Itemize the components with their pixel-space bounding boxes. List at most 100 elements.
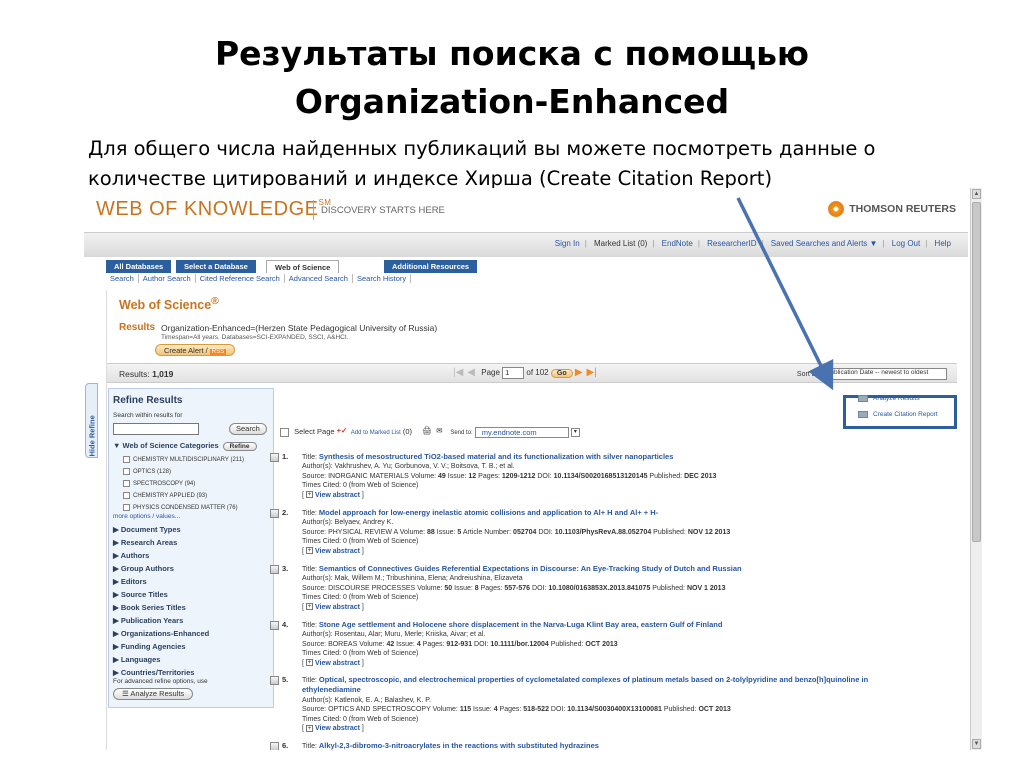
- sort-select[interactable]: Publication Date -- newest to oldest: [823, 368, 947, 380]
- record-number: 4.: [282, 620, 289, 629]
- marked-list-link[interactable]: Marked List (0): [594, 239, 647, 248]
- expand-icon[interactable]: +: [305, 724, 313, 732]
- facet-authors[interactable]: ▶ Authors: [113, 551, 149, 560]
- facet-editors[interactable]: ▶ Editors: [113, 577, 147, 586]
- add-marked-list-icon[interactable]: +✓: [337, 426, 349, 438]
- record-checkbox[interactable]: [270, 621, 279, 630]
- category-checkbox[interactable]: CHEMISTRY APPLIED (93): [123, 492, 207, 499]
- record-times-cited: Times Cited: 0 (from Web of Science): [302, 650, 419, 658]
- tab-additional-resources[interactable]: Additional Resources: [384, 260, 478, 273]
- facet-book-series[interactable]: ▶ Book Series Titles: [113, 603, 186, 612]
- record-title-link[interactable]: Model approach for low-energy inelastic …: [319, 508, 658, 517]
- facet-publication-years[interactable]: ▶ Publication Years: [113, 616, 183, 625]
- view-abstract-link[interactable]: View abstract: [315, 660, 360, 667]
- marked-count: (0): [402, 426, 413, 436]
- sign-in-link[interactable]: Sign In: [555, 239, 580, 248]
- search-within-label: Search within results for: [113, 412, 183, 419]
- record-title-link[interactable]: Alkyl-2,3-dibromo-3-nitroacrylates in th…: [319, 741, 599, 750]
- facet-group-authors[interactable]: ▶ Group Authors: [113, 564, 174, 573]
- category-checkbox[interactable]: PHYSICS CONDENSED MATTER (76): [123, 504, 238, 511]
- record-title-link[interactable]: Synthesis of mesostructured TiO2-based m…: [319, 452, 674, 461]
- scroll-down-icon[interactable]: ▼: [972, 739, 981, 749]
- scroll-up-icon[interactable]: ▲: [972, 189, 981, 199]
- last-page-icon[interactable]: ▶|: [587, 367, 597, 378]
- scroll-thumb[interactable]: [972, 202, 981, 542]
- subtab-advanced-search[interactable]: Advanced Search: [284, 274, 353, 283]
- slide-text: Для общего числа найденных публикаций вы…: [88, 134, 968, 194]
- rss-icon[interactable]: RSS: [209, 349, 227, 355]
- more-options-link[interactable]: more options / values...: [113, 513, 180, 520]
- record-title-link[interactable]: Optical, spectroscopic, and electrochemi…: [302, 675, 868, 694]
- record-authors: Author(s): Mak, Willem M.; Tribushinina,…: [302, 575, 523, 583]
- facet-research-areas[interactable]: ▶ Research Areas: [113, 538, 177, 547]
- category-checkbox[interactable]: OPTICS (128): [123, 468, 171, 475]
- send-to-select[interactable]: my.endnote.com: [474, 426, 569, 438]
- analyze-results-button[interactable]: ☰ Analyze Results: [113, 688, 194, 700]
- expand-icon[interactable]: +: [305, 659, 313, 667]
- record-checkbox[interactable]: [270, 565, 279, 574]
- scrollbar[interactable]: ▲ ▼: [970, 188, 982, 750]
- subtab-search[interactable]: Search: [106, 274, 139, 283]
- create-alert-button[interactable]: Create Alert / RSS: [155, 344, 236, 356]
- refine-button[interactable]: Refine: [222, 442, 257, 451]
- slide-title-line2: Organization-Enhanced: [294, 82, 730, 121]
- prev-page-icon[interactable]: ◀: [467, 367, 475, 378]
- record-checkbox[interactable]: [270, 453, 279, 462]
- subtab-author-search[interactable]: Author Search: [138, 274, 196, 283]
- record-times-cited: Times Cited: 0 (from Web of Science): [302, 482, 419, 490]
- record-checkbox[interactable]: [270, 742, 279, 750]
- category-checkbox[interactable]: SPECTROSCOPY (94): [123, 480, 195, 487]
- record-checkbox[interactable]: [270, 676, 279, 685]
- help-link[interactable]: Help: [935, 239, 951, 248]
- expand-icon[interactable]: +: [305, 547, 313, 555]
- record-authors: Author(s): Rosentau, Alar; Muru, Merle; …: [302, 631, 486, 639]
- analyze-results-link[interactable]: Analyze Results: [858, 395, 920, 402]
- select-page-label: Select Page: [294, 426, 335, 436]
- facet-source-titles[interactable]: ▶ Source Titles: [113, 590, 168, 599]
- researcherid-link[interactable]: ResearcherID: [707, 239, 756, 248]
- view-abstract-link[interactable]: View abstract: [315, 725, 360, 732]
- results-toolbar: Select Page +✓ Add to Marked List (0) 🖨 …: [280, 426, 583, 438]
- expand-icon[interactable]: +: [305, 603, 313, 611]
- next-page-icon[interactable]: ▶: [575, 367, 583, 378]
- hide-refine-tab[interactable]: Hide Refine: [85, 383, 98, 458]
- results-label: Results: [119, 322, 156, 333]
- view-abstract-link[interactable]: View abstract: [315, 492, 360, 499]
- print-icon[interactable]: 🖨: [422, 426, 434, 438]
- record-source: Source: OPTICS AND SPECTROSCOPY Volume: …: [302, 706, 731, 714]
- facet-countries[interactable]: ▶ Countries/Territories: [113, 668, 194, 677]
- record-title-link[interactable]: Semantics of Connectives Guides Referent…: [319, 564, 742, 573]
- tab-all-databases[interactable]: All Databases: [106, 260, 172, 273]
- search-within-input[interactable]: [113, 423, 199, 435]
- view-abstract-link[interactable]: View abstract: [315, 604, 360, 611]
- category-checkbox[interactable]: CHEMISTRY MULTIDISCIPLINARY (211): [123, 456, 244, 463]
- tab-web-of-science[interactable]: Web of Science: [266, 260, 340, 273]
- advanced-refine-note: For advanced refine options, use: [113, 678, 208, 685]
- endnote-link[interactable]: EndNote: [662, 239, 693, 248]
- log-out-link[interactable]: Log Out: [892, 239, 920, 248]
- database-tabs: All Databases Select a Database Web of S…: [84, 257, 968, 273]
- go-button[interactable]: Go: [550, 368, 573, 378]
- refine-search-button[interactable]: Search: [229, 423, 267, 435]
- email-icon[interactable]: ✉: [436, 426, 448, 438]
- facet-document-types[interactable]: ▶ Document Types: [113, 525, 181, 534]
- create-citation-report-link[interactable]: Create Citation Report: [858, 411, 938, 418]
- add-to-marked-list-link[interactable]: Add to Marked List: [351, 430, 401, 436]
- view-abstract-link[interactable]: View abstract: [315, 548, 360, 555]
- chevron-down-icon[interactable]: ▾: [570, 427, 580, 437]
- record-title-link[interactable]: Stone Age settlement and Holocene shore …: [319, 620, 723, 629]
- record-checkbox[interactable]: [270, 509, 279, 518]
- select-page-checkbox[interactable]: [280, 427, 289, 437]
- first-page-icon[interactable]: |◀: [453, 367, 463, 378]
- facet-funding-agencies[interactable]: ▶ Funding Agencies: [113, 642, 186, 651]
- facet-organizations-enhanced[interactable]: ▶ Organizations-Enhanced: [113, 629, 209, 638]
- tab-select-database[interactable]: Select a Database: [176, 260, 256, 273]
- page-input[interactable]: 1: [502, 367, 525, 379]
- subtab-search-history[interactable]: Search History: [352, 274, 412, 283]
- saved-searches-link[interactable]: Saved Searches and Alerts ▼: [771, 239, 878, 248]
- subtab-cited-reference[interactable]: Cited Reference Search: [195, 274, 285, 283]
- wok-logo[interactable]: WEB OF KNOWLEDGESM: [96, 198, 331, 221]
- facet-languages[interactable]: ▶ Languages: [113, 655, 160, 664]
- expand-icon[interactable]: +: [305, 491, 313, 499]
- categories-header[interactable]: ▼ Web of Science Categories Refine: [113, 441, 257, 451]
